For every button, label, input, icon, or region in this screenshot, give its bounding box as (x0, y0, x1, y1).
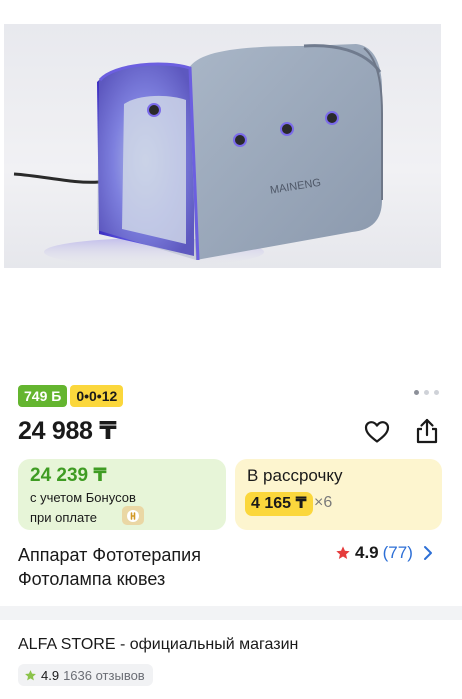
promo-badges: 749 Б 0•0•12 (18, 385, 124, 407)
star-icon (25, 669, 36, 680)
installment-badge: 0•0•12 (70, 385, 124, 407)
main-price: 24 988 ₸ (18, 417, 117, 445)
bonus-pay-icon (122, 506, 144, 525)
rating-count[interactable]: (77) (383, 543, 413, 563)
rating-value: 4.9 (355, 543, 379, 562)
store-section[interactable] (0, 620, 462, 699)
star-icon (336, 546, 350, 559)
installment-amount: 4 165 ₸ (245, 492, 313, 516)
share-button[interactable] (412, 416, 442, 446)
store-rating[interactable]: 4.9 1636 отзывов (18, 664, 153, 686)
installment-multiplier: ×6 (314, 494, 333, 511)
gallery-dot[interactable] (424, 390, 429, 395)
gallery-pagination (414, 390, 439, 395)
phototherapy-lamp-illustration: MAINENG (13, 44, 383, 266)
favorite-button[interactable] (362, 417, 392, 447)
product-image[interactable]: MAINENG (4, 24, 441, 268)
product-rating[interactable]: 4.9 (77) (335, 543, 435, 563)
store-review-count: 1636 отзывов (63, 667, 145, 683)
store-rating-value: 4.9 (41, 667, 60, 683)
heart-icon (364, 421, 390, 443)
bonus-price-card[interactable]: 24 239 ₸ с учетом Бонусов при оплате (18, 459, 226, 530)
product-gallery[interactable]: MAINENG (0, 0, 462, 365)
section-divider (0, 606, 462, 620)
bonus-badge: 749 Б (18, 385, 68, 407)
share-icon (416, 418, 438, 444)
bonus-payment-note: при оплате (30, 510, 97, 525)
bonus-price: 24 239 ₸ (30, 465, 107, 486)
product-title: Аппарат Фототерапия Фотолампа кювез (18, 545, 201, 589)
installment-card[interactable]: В рассрочку 4 165 ₸ ×6 (235, 459, 442, 530)
store-name[interactable]: ALFA STORE - официальный магазин (18, 636, 298, 654)
chevron-right-icon (423, 546, 432, 560)
installment-label: В рассрочку (247, 466, 343, 485)
bonus-note: с учетом Бонусов (30, 490, 136, 505)
gallery-dot[interactable] (434, 390, 439, 395)
gallery-dot[interactable] (414, 390, 419, 395)
